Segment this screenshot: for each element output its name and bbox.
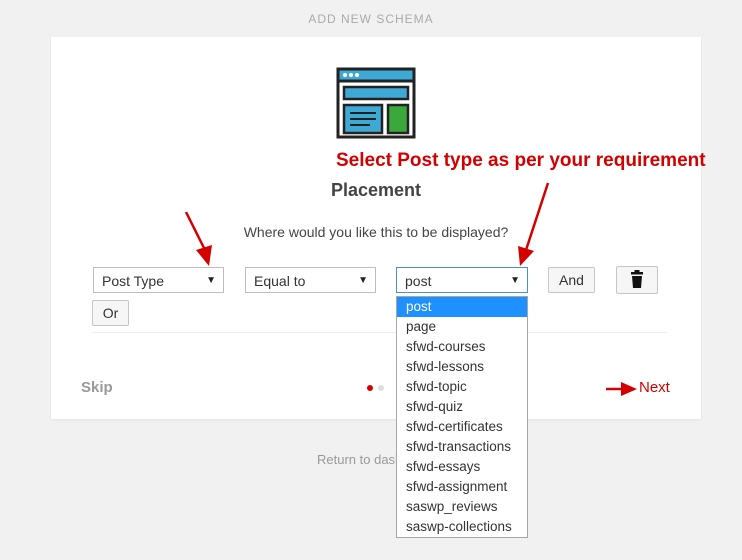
step-dot [378,385,384,391]
caret-down-icon: ▼ [358,275,368,286]
step-dot-active [367,385,373,391]
dropdown-option[interactable]: saswp_reviews [397,497,527,517]
dropdown-option[interactable]: sfwd-essays [397,457,527,477]
next-button[interactable]: Next [639,379,670,396]
operator-select-value: Equal to [254,273,306,289]
delete-condition-button[interactable] [616,266,658,294]
dropdown-option[interactable]: sfwd-quiz [397,397,527,417]
schema-window-icon [336,67,416,139]
value-select[interactable]: post ▼ [396,267,528,293]
page-heading: ADD NEW SCHEMA [308,12,434,26]
dropdown-option[interactable]: post [397,297,527,317]
trash-icon [631,270,643,288]
return-to-dashboard-link[interactable]: Return to dasl [317,452,398,467]
operator-select[interactable]: Equal to ▼ [245,267,376,293]
annotation-callout: Select Post type as per your requirement [336,150,706,171]
dropdown-option[interactable]: sfwd-assignment [397,477,527,497]
dropdown-option[interactable]: sfwd-transactions [397,437,527,457]
dropdown-option[interactable]: sfwd-certificates [397,417,527,437]
value-select-value: post [405,273,432,289]
or-button[interactable]: Or [92,300,129,326]
caret-down-icon: ▼ [206,275,216,286]
step-title: Placement [330,180,422,200]
and-button[interactable]: And [548,267,595,293]
field-select-value: Post Type [102,273,165,289]
dropdown-option[interactable]: page [397,317,527,337]
placement-question: Where would you like this to be displaye… [243,224,509,240]
value-dropdown-list: post page sfwd-courses sfwd-lessons sfwd… [396,296,528,538]
caret-down-icon: ▼ [510,275,520,286]
dropdown-option[interactable]: sfwd-courses [397,337,527,357]
dropdown-option[interactable]: sfwd-lessons [397,357,527,377]
skip-button[interactable]: Skip [81,379,113,396]
wizard-card: Placement Where would you like this to b… [51,37,701,419]
divider [91,332,667,333]
field-select[interactable]: Post Type ▼ [93,267,224,293]
dropdown-option[interactable]: saswp-collections [397,517,527,537]
dropdown-option[interactable]: sfwd-topic [397,377,527,397]
